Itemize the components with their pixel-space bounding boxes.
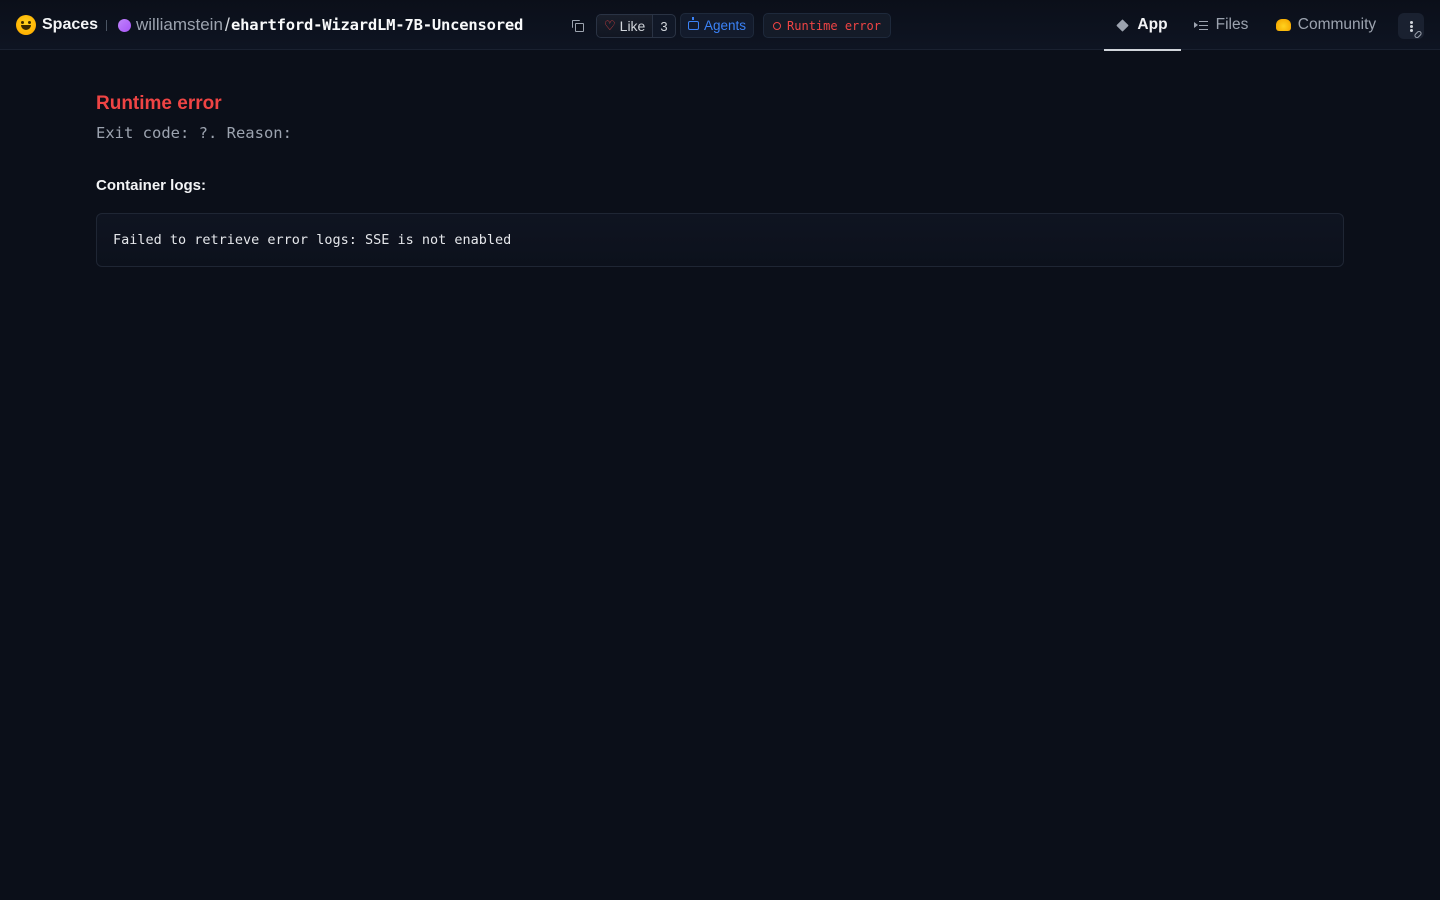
heart-icon: ♡ bbox=[604, 18, 616, 34]
like-group: ♡ Like 3 bbox=[596, 14, 676, 38]
error-circle-icon bbox=[773, 21, 782, 30]
repo-breadcrumb: williamstein / ehartford-WizardLM-7B-Unc… bbox=[118, 13, 523, 37]
status-label: Runtime error bbox=[787, 18, 881, 33]
status-badge: Runtime error bbox=[763, 13, 891, 38]
tab-community-label: Community bbox=[1297, 16, 1377, 33]
tab-files-label: Files bbox=[1215, 16, 1249, 33]
tab-app-label: App bbox=[1137, 16, 1168, 33]
error-title: Runtime error bbox=[96, 93, 222, 114]
owner-link[interactable]: williamstein bbox=[136, 15, 223, 35]
tab-files[interactable]: Files bbox=[1186, 0, 1256, 50]
like-label: Like bbox=[619, 18, 646, 34]
tab-community[interactable]: Community bbox=[1266, 0, 1386, 50]
link-icon bbox=[1413, 29, 1423, 40]
repo-name-link[interactable]: ehartford-WizardLM-7B-Uncensored bbox=[231, 16, 523, 34]
kebab-menu-icon bbox=[1409, 20, 1413, 32]
breadcrumb-separator: / bbox=[224, 14, 230, 35]
header-divider bbox=[106, 20, 107, 31]
container-logs-heading: Container logs: bbox=[96, 177, 207, 194]
copy-icon[interactable] bbox=[572, 20, 584, 32]
exit-code-line: Exit code: ?. Reason: bbox=[96, 124, 292, 142]
brand-label: Spaces bbox=[42, 16, 99, 33]
container-logs-box: Failed to retrieve error logs: SSE is no… bbox=[96, 213, 1344, 267]
owner-avatar[interactable] bbox=[118, 18, 131, 32]
container-logs-text: Failed to retrieve error logs: SSE is no… bbox=[113, 232, 512, 248]
agents-button[interactable]: Agents bbox=[680, 13, 754, 38]
robot-icon bbox=[687, 17, 699, 30]
like-button[interactable]: ♡ Like bbox=[597, 15, 654, 37]
hugging-face-logo-icon bbox=[16, 15, 36, 35]
agents-label: Agents bbox=[703, 18, 747, 33]
like-count[interactable]: 3 bbox=[653, 15, 674, 37]
community-icon bbox=[1275, 19, 1291, 31]
top-header: Spaces williamstein / ehartford-WizardLM… bbox=[0, 0, 1440, 51]
cube-icon bbox=[1116, 18, 1130, 32]
main-content: Runtime error Exit code: ?. Reason: Cont… bbox=[96, 90, 1344, 267]
files-icon bbox=[1193, 20, 1208, 31]
tab-app[interactable]: App bbox=[1104, 0, 1181, 51]
more-options-button[interactable] bbox=[1398, 13, 1424, 40]
spaces-home-link[interactable]: Spaces bbox=[16, 14, 98, 36]
